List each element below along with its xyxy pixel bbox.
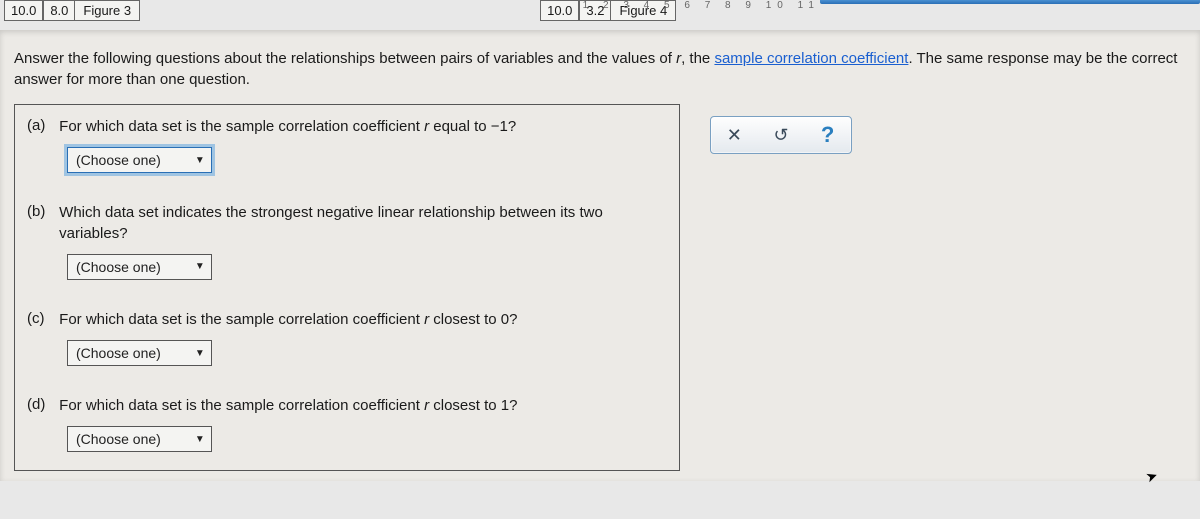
- q-a-text: For which data set is the sample correla…: [59, 117, 659, 137]
- q-b-text: Which data set indicates the strongest n…: [59, 203, 659, 244]
- q-b-dropdown[interactable]: (Choose one) ▼: [67, 254, 212, 280]
- questions-box: (a) For which data set is the sample cor…: [14, 104, 680, 471]
- q-a-label: (a): [27, 117, 55, 134]
- q-d-label: (d): [27, 396, 55, 413]
- chevron-down-icon: ▼: [189, 348, 211, 359]
- fig3-col1: 10.0: [4, 0, 43, 21]
- q-d-text: For which data set is the sample correla…: [59, 396, 659, 416]
- intro-part1: Answer the following questions about the…: [14, 50, 676, 67]
- intro-text: Answer the following questions about the…: [14, 48, 1186, 90]
- chevron-down-icon: ▼: [189, 155, 211, 166]
- question-a: (a) For which data set is the sample cor…: [15, 105, 679, 191]
- fig4-col1: 10.0: [540, 0, 579, 21]
- question-c: (c) For which data set is the sample cor…: [15, 298, 679, 384]
- q-d-dropdown-text: (Choose one): [68, 431, 189, 447]
- sample-correlation-link[interactable]: sample correlation coefficient: [714, 50, 908, 67]
- mid-col1: 9.0: [540, 0, 572, 1]
- q-c-text: For which data set is the sample correla…: [59, 310, 659, 330]
- fig3-col2: 8.0: [43, 0, 75, 21]
- q-b-label: (b): [27, 203, 55, 220]
- intro-part2: , the: [681, 50, 714, 67]
- question-d: (d) For which data set is the sample cor…: [15, 384, 679, 470]
- ruler-ticks: 1 2 3 4 5 6 7 8 9 10 11: [583, 0, 820, 11]
- q-b-dropdown-text: (Choose one): [68, 259, 189, 275]
- q-a-dropdown[interactable]: (Choose one) ▼: [67, 147, 212, 173]
- chevron-down-icon: ▼: [189, 434, 211, 445]
- cursor-icon: ➤: [1144, 467, 1161, 487]
- figure-3-row: 10.0 8.0 Figure 3: [4, 0, 140, 21]
- chevron-down-icon: ▼: [189, 261, 211, 272]
- question-b: (b) Which data set indicates the stronge…: [15, 191, 679, 298]
- fig3-label: Figure 3: [75, 0, 140, 21]
- q-c-dropdown[interactable]: (Choose one) ▼: [67, 340, 212, 366]
- q-c-dropdown-text: (Choose one): [68, 345, 189, 361]
- toolbox-panel: ✕ ↺ ?: [710, 116, 852, 154]
- help-icon[interactable]: ?: [813, 122, 843, 148]
- scrollbar-blue[interactable]: [820, 0, 1200, 4]
- q-c-label: (c): [27, 310, 55, 327]
- q-d-dropdown[interactable]: (Choose one) ▼: [67, 426, 212, 452]
- q-a-dropdown-text: (Choose one): [68, 152, 189, 168]
- close-icon[interactable]: ✕: [719, 125, 749, 146]
- reset-icon[interactable]: ↺: [766, 125, 796, 146]
